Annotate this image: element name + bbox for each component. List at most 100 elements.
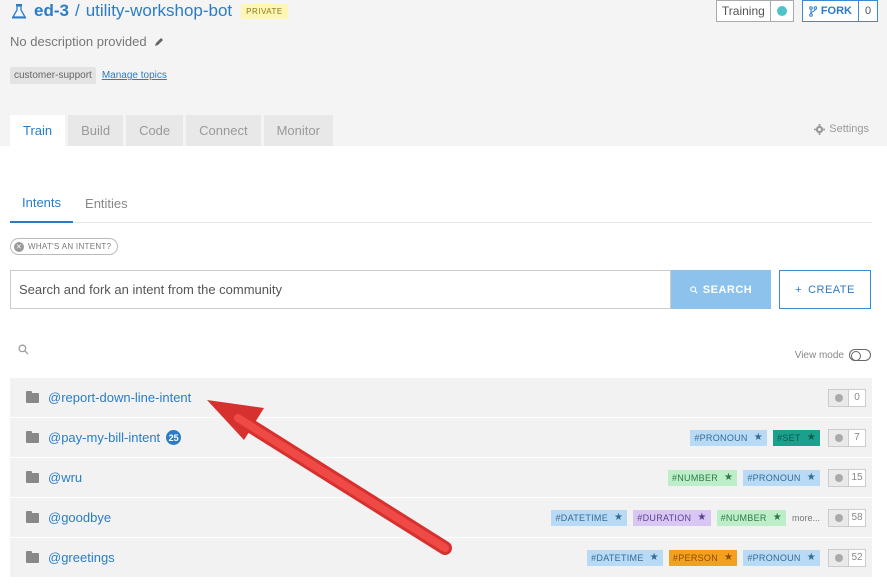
expression-count-value: 58 (849, 509, 865, 526)
comment-icon (829, 389, 849, 406)
expression-count: 7 (828, 428, 866, 447)
entity-tag[interactable]: #NUMBER ★ (667, 469, 738, 486)
folder-icon (26, 431, 39, 443)
training-label: Training (717, 1, 771, 21)
intent-name-wrap: @report-down-line-intent (48, 390, 191, 405)
repo-header: ed-3 / utility-workshop-bot PRIVATE Trai… (0, 0, 887, 146)
entity-tags: #DATETIME ★ #PERSON ★ #PRONOUN ★ (587, 549, 820, 566)
filter-search-icon[interactable] (18, 344, 29, 355)
intent-name[interactable]: @wru (48, 470, 82, 485)
path-separator: / (74, 1, 80, 20)
tab-code[interactable]: Code (126, 115, 184, 146)
expression-count-value: 0 (849, 389, 865, 406)
intent-meta: #DATETIME ★ #DURATION ★ #NUMBER ★ more... 5… (551, 508, 866, 527)
star-icon: ★ (772, 512, 782, 523)
status-dot-icon (776, 6, 787, 16)
intent-name[interactable]: @greetings (48, 550, 115, 565)
fork-label: FORK (820, 5, 852, 17)
search-button[interactable]: SEARCH (671, 270, 771, 309)
intent-meta: #NUMBER ★ #PRONOUN ★ 15 (667, 468, 866, 487)
owner-link[interactable]: ed-3 (34, 1, 69, 21)
entity-tag[interactable]: #PRONOUN ★ (743, 549, 820, 566)
comment-icon (829, 509, 849, 526)
view-mode-toggle[interactable] (849, 349, 871, 361)
entity-tag[interactable]: #PRONOUN ★ (743, 469, 820, 486)
tab-monitor[interactable]: Monitor (263, 115, 333, 146)
repo-name-link[interactable]: utility-workshop-bot (86, 1, 232, 21)
star-icon: ★ (724, 552, 734, 563)
entity-tag-label: #NUMBER (720, 512, 767, 523)
tab-intents[interactable]: Intents (10, 184, 74, 223)
comment-icon (829, 429, 849, 446)
intent-row[interactable]: @pay-my-bill-intent 25 #PRONOUN ★ #SET ★ 7 (10, 418, 872, 458)
star-icon: ★ (649, 552, 659, 563)
entity-tags: #DATETIME ★ #DURATION ★ #NUMBER ★ more... (551, 509, 820, 526)
tab-train[interactable]: Train (10, 115, 66, 146)
tab-build[interactable]: Build (68, 115, 124, 146)
bot-icon (10, 2, 28, 20)
whats-an-intent-pill[interactable]: ✕ WHAT'S AN INTENT? (10, 238, 119, 255)
search-button-label: SEARCH (702, 283, 753, 296)
comment-icon (829, 469, 849, 486)
entity-tag[interactable]: #DURATION ★ (633, 509, 711, 526)
star-icon: ★ (614, 512, 624, 523)
more-tags-link[interactable]: more... (792, 513, 820, 523)
intent-name[interactable]: @pay-my-bill-intent (48, 430, 160, 445)
training-button[interactable]: Training (715, 0, 794, 22)
folder-icon (26, 471, 39, 483)
star-icon: ★ (806, 472, 816, 483)
create-button[interactable]: + CREATE (779, 270, 871, 309)
plus-icon: + (795, 283, 803, 296)
entity-tag[interactable]: #DATETIME ★ (587, 549, 663, 566)
entity-tag[interactable]: #NUMBER ★ (716, 509, 786, 526)
intent-row[interactable]: @greetings #DATETIME ★ #PERSON ★ #PRONOUN ★… (10, 538, 872, 578)
entity-tag-label: #PERSON (672, 552, 719, 563)
intent-name[interactable]: @report-down-line-intent (48, 390, 191, 405)
intent-row[interactable]: @wru #NUMBER ★ #PRONOUN ★ 15 (10, 458, 872, 498)
entity-tag[interactable]: #SET ★ (773, 429, 820, 446)
expression-count: 52 (828, 548, 866, 567)
expression-count: 58 (828, 508, 866, 527)
expression-count-value: 7 (849, 429, 865, 446)
topics-row: customer-support Manage topics (10, 67, 167, 84)
private-badge: PRIVATE (241, 3, 288, 19)
title-row: ed-3 / utility-workshop-bot PRIVATE (10, 0, 288, 22)
entity-tag-label: #DATETIME (555, 512, 609, 523)
tab-connect[interactable]: Connect (186, 115, 261, 146)
entity-tags: #NUMBER ★ #PRONOUN ★ (667, 469, 820, 486)
fork-button[interactable]: FORK 0 (801, 0, 878, 22)
search-input[interactable] (10, 270, 671, 309)
entity-tag-label: #DATETIME (591, 552, 644, 563)
intent-name-wrap: @pay-my-bill-intent 25 (48, 430, 182, 445)
folder-icon (26, 551, 39, 563)
intent-row[interactable]: @report-down-line-intent 0 (10, 378, 872, 418)
star-icon: ★ (753, 432, 764, 443)
topic-tag[interactable]: customer-support (10, 67, 96, 84)
entity-tags: #PRONOUN ★ #SET ★ (690, 429, 820, 446)
help-pill-label: WHAT'S AN INTENT? (28, 242, 112, 251)
view-mode-label: View mode (794, 349, 844, 361)
entity-tag[interactable]: #PERSON ★ (668, 549, 738, 566)
entity-tag-label: #NUMBER (671, 472, 719, 483)
fork-count: 0 (864, 5, 872, 17)
header-actions: Training FORK 0 (715, 0, 878, 22)
folder-icon (26, 511, 39, 523)
tab-entities[interactable]: Entities (73, 184, 140, 222)
pencil-icon[interactable] (153, 36, 165, 48)
entity-tag-label: #PRONOUN (747, 472, 801, 483)
intent-meta: 0 (828, 388, 866, 407)
intent-row[interactable]: @goodbye #DATETIME ★ #DURATION ★ #NUMBER ★ … (10, 498, 872, 538)
expression-count-value: 52 (849, 549, 865, 566)
fork-label-wrap: FORK (803, 1, 859, 21)
close-icon[interactable]: ✕ (14, 241, 24, 252)
entity-tag[interactable]: #DATETIME ★ (551, 509, 628, 526)
settings-label: Settings (829, 123, 869, 135)
training-status (771, 1, 793, 21)
intent-name-wrap: @greetings (48, 550, 115, 565)
main-tabs: Train Build Code Connect Monitor (10, 115, 333, 146)
manage-topics-link[interactable]: Manage topics (102, 70, 167, 81)
intent-name[interactable]: @goodbye (48, 510, 111, 525)
entity-tag[interactable]: #PRONOUN ★ (690, 429, 768, 446)
settings-link[interactable]: Settings (814, 123, 869, 135)
sub-tabs: Intents Entities (10, 184, 872, 223)
